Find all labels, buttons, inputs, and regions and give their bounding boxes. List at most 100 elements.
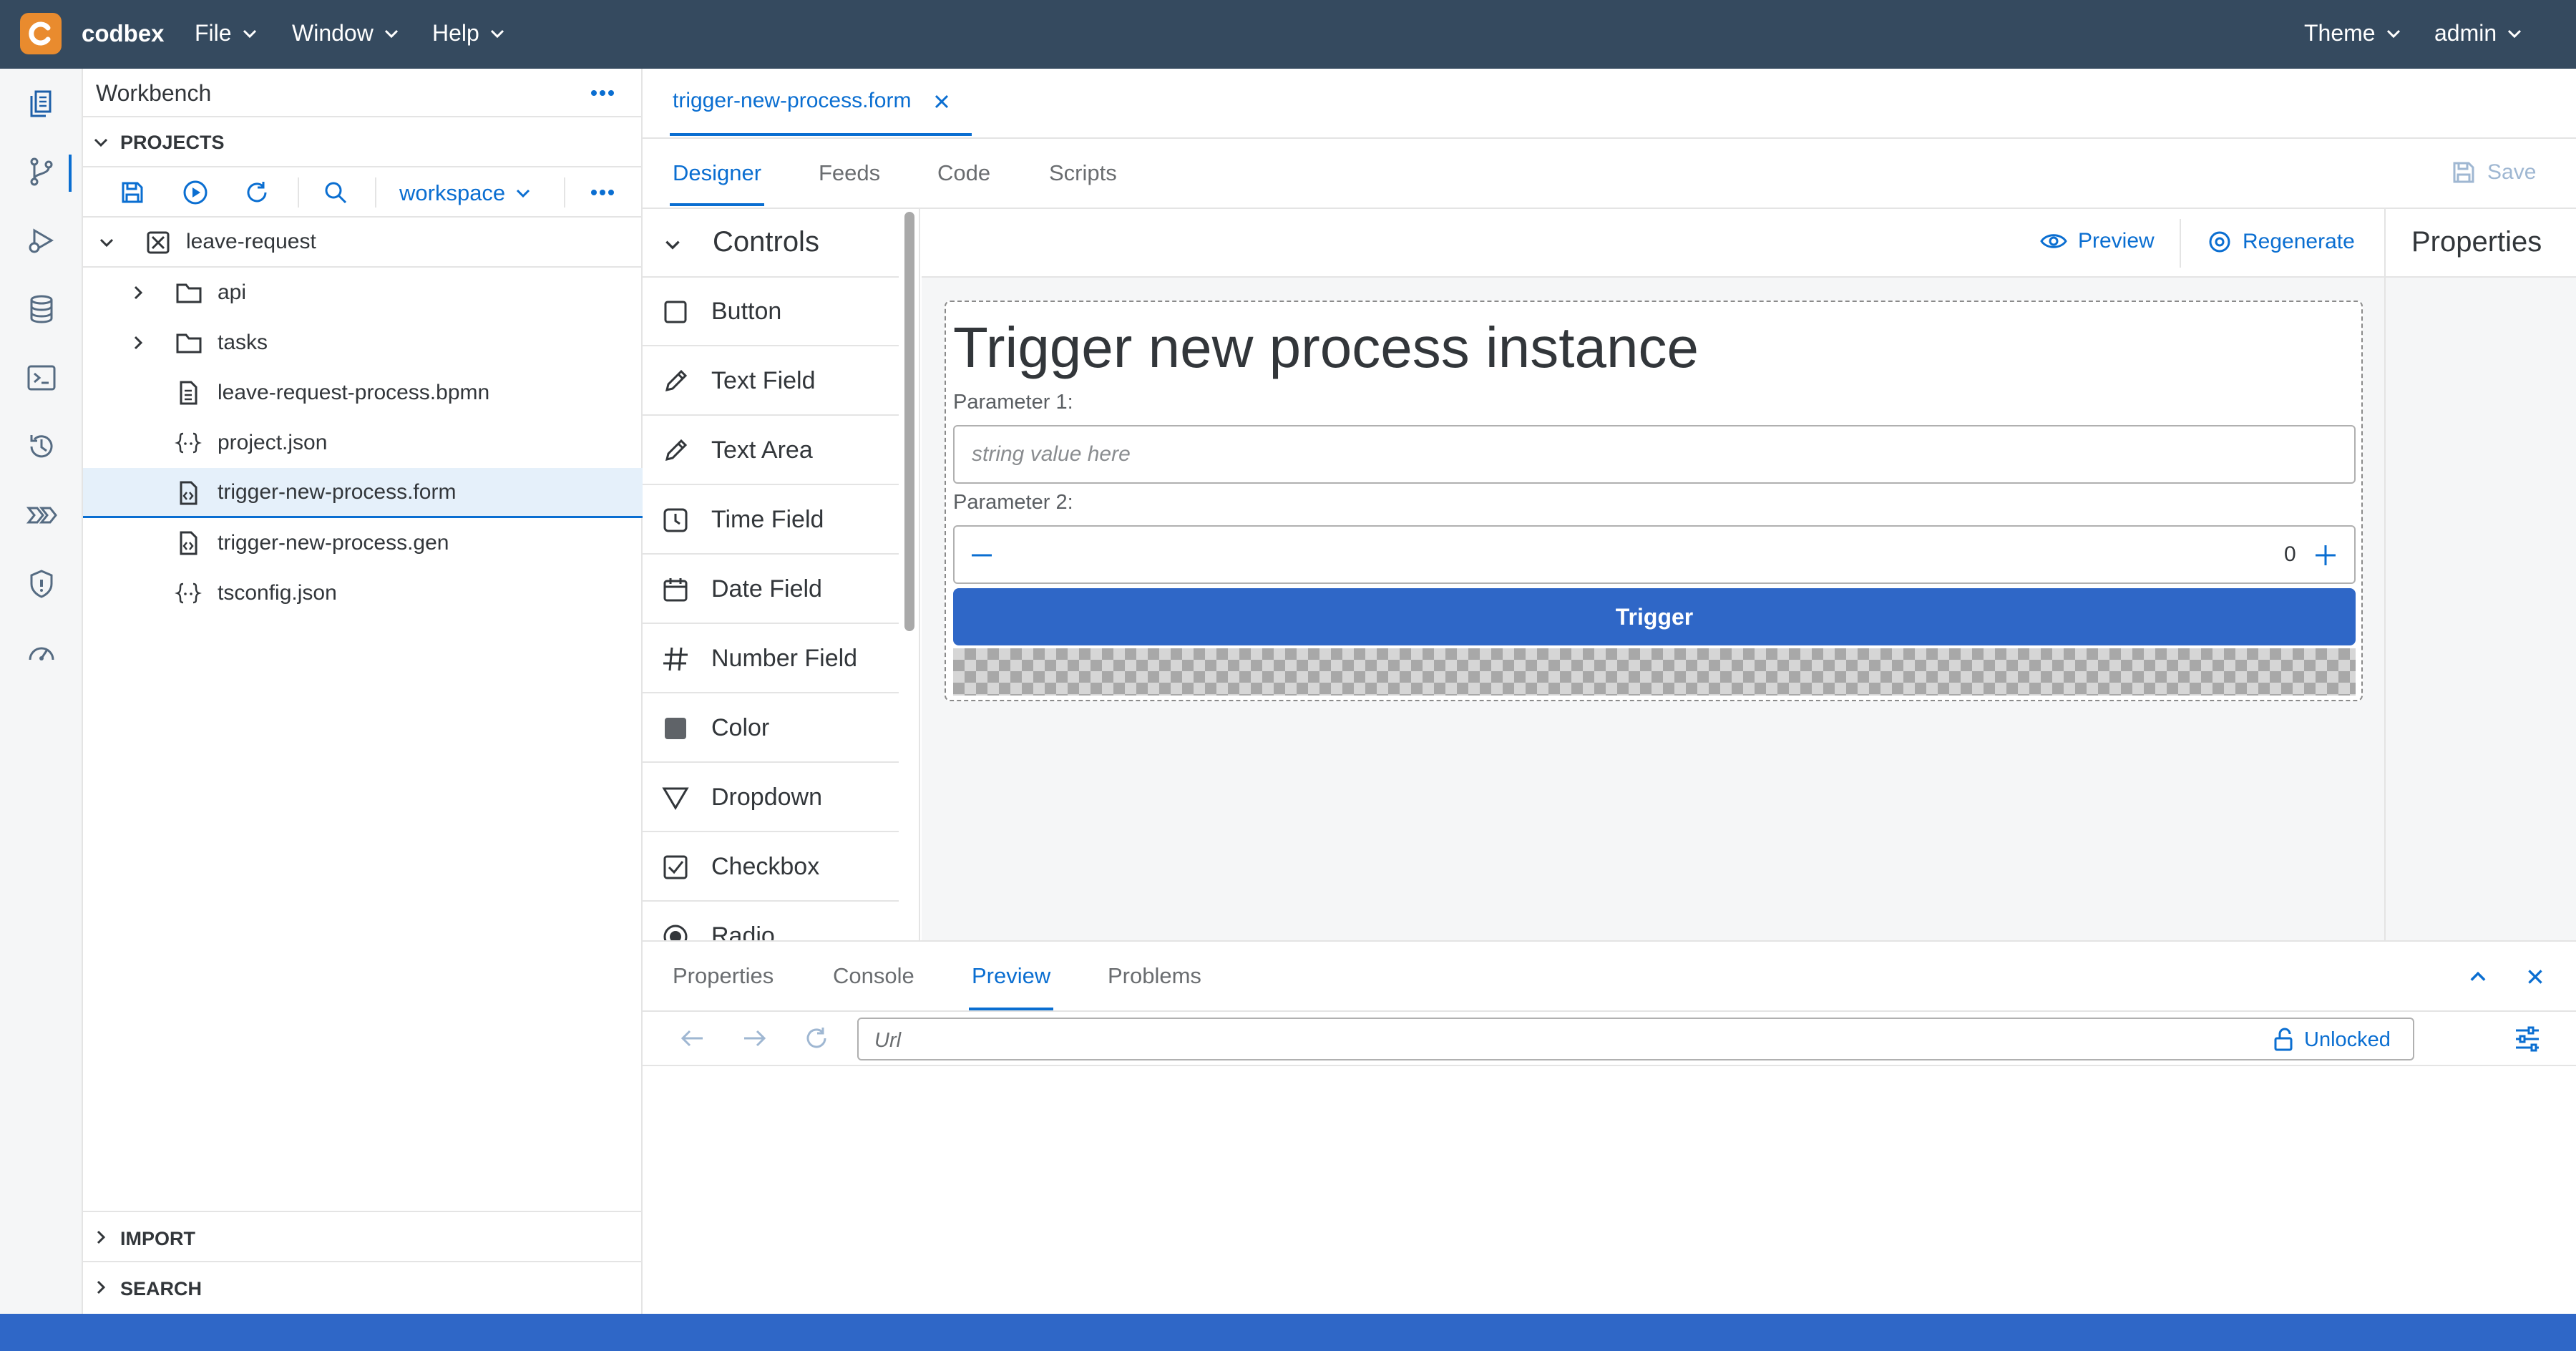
tree-item-file-form[interactable]: trigger-new-process.form: [83, 468, 643, 518]
menu-file[interactable]: File: [195, 20, 259, 47]
settings-sliders-icon[interactable]: [2513, 1025, 2542, 1053]
active-tab-indicator: [670, 203, 764, 206]
tree-item-file-tsconfig[interactable]: tsconfig.json: [83, 568, 643, 618]
json-file-icon: [175, 432, 202, 454]
plus-icon[interactable]: [2313, 542, 2338, 568]
menu-window[interactable]: Window: [292, 20, 401, 47]
control-date-field[interactable]: Date Field: [643, 555, 899, 624]
checkbox-icon: [663, 855, 688, 879]
tree-item-label: tasks: [218, 331, 268, 354]
save-button[interactable]: Save: [2450, 159, 2536, 186]
param2-stepper[interactable]: 0: [953, 525, 2356, 584]
tab-scripts[interactable]: Scripts: [1049, 160, 1117, 186]
control-checkbox[interactable]: Checkbox: [643, 833, 899, 902]
active-tab-indicator: [670, 133, 972, 136]
tree-item-label: tsconfig.json: [218, 581, 337, 605]
close-icon[interactable]: [932, 92, 952, 112]
close-icon[interactable]: [2524, 966, 2546, 987]
projects-section-title: PROJECTS: [120, 132, 225, 153]
designer-canvas: Preview Regenerate Trigger new process i…: [922, 209, 2384, 940]
code-file-icon: [180, 531, 197, 555]
tab-code[interactable]: Code: [937, 160, 990, 186]
database-icon[interactable]: [24, 292, 59, 326]
control-dropdown[interactable]: Dropdown: [643, 764, 899, 832]
trigger-button[interactable]: Trigger: [953, 588, 2356, 645]
control-time-field[interactable]: Time Field: [643, 486, 899, 555]
tab-feeds[interactable]: Feeds: [819, 160, 880, 186]
control-radio[interactable]: Radio: [643, 902, 899, 940]
tab-designer[interactable]: Designer: [673, 160, 761, 186]
palette-scrollbar[interactable]: [904, 212, 914, 631]
url-input[interactable]: Url Unlocked: [857, 1018, 2414, 1060]
more-options-icon[interactable]: [588, 82, 617, 104]
tab-preview[interactable]: Preview: [972, 963, 1050, 989]
controls-header[interactable]: Controls: [643, 209, 899, 278]
process-flow-icon[interactable]: [24, 498, 59, 532]
tree-item-project[interactable]: leave-request: [83, 218, 643, 268]
files-icon[interactable]: [24, 86, 59, 120]
tree-item-file-project-json[interactable]: project.json: [83, 418, 643, 468]
theme-menu[interactable]: Theme: [2304, 20, 2403, 47]
history-icon[interactable]: [24, 429, 59, 464]
search-icon[interactable]: [322, 179, 349, 206]
param2-label: Parameter 2:: [953, 491, 1073, 514]
control-label: Number Field: [711, 644, 858, 672]
control-label: Color: [711, 713, 770, 741]
regenerate-button[interactable]: Regenerate: [2207, 229, 2355, 255]
tab-console[interactable]: Console: [833, 963, 914, 989]
codbex-logo-icon[interactable]: [20, 13, 62, 54]
tab-problems[interactable]: Problems: [1108, 963, 1201, 989]
workbench-header: Workbench: [83, 69, 643, 117]
more-options-icon[interactable]: [588, 181, 617, 204]
param2-value: 0: [2284, 542, 2296, 566]
save-all-icon[interactable]: [119, 179, 146, 206]
reload-icon[interactable]: [803, 1025, 830, 1052]
projects-section-header[interactable]: PROJECTS: [83, 117, 643, 167]
shield-icon[interactable]: [24, 567, 59, 601]
arrow-left-icon[interactable]: [678, 1026, 706, 1050]
folder-icon: [176, 283, 202, 303]
control-color[interactable]: Color: [643, 694, 899, 763]
tree-item-folder-tasks[interactable]: tasks: [83, 318, 643, 368]
param1-input[interactable]: string value here: [953, 425, 2356, 484]
gauge-icon[interactable]: [24, 635, 59, 670]
chevron-down-icon: [99, 238, 114, 248]
regenerate-button-label: Regenerate: [2243, 230, 2355, 253]
file-tab[interactable]: trigger-new-process.form: [644, 69, 972, 137]
control-text-field[interactable]: Text Field: [643, 347, 899, 416]
drop-zone-placeholder[interactable]: [953, 648, 2356, 696]
minus-icon[interactable]: [969, 544, 995, 567]
form-title: Trigger new process instance: [953, 316, 1699, 379]
user-menu[interactable]: admin: [2434, 20, 2524, 47]
control-text-area[interactable]: Text Area: [643, 416, 899, 485]
import-section-header[interactable]: IMPORT: [83, 1211, 643, 1262]
chevron-up-icon[interactable]: [2467, 966, 2489, 987]
control-number-field[interactable]: Number Field: [643, 625, 899, 693]
git-branch-icon[interactable]: [24, 155, 59, 189]
refresh-icon[interactable]: [243, 179, 270, 206]
radio-icon: [663, 925, 688, 940]
unlocked-toggle[interactable]: Unlocked: [2273, 1028, 2391, 1052]
tree-item-label: trigger-new-process.gen: [218, 531, 449, 555]
run-icon[interactable]: [182, 179, 209, 206]
workspace-selector[interactable]: workspace: [399, 180, 532, 206]
tree-item-file-gen[interactable]: trigger-new-process.gen: [83, 518, 643, 568]
controls-palette: Controls Button Text Field Text Area Tim…: [643, 209, 920, 940]
preview-button[interactable]: Preview: [2039, 229, 2155, 253]
form-container[interactable]: Trigger new process instance Parameter 1…: [945, 301, 2363, 701]
debug-icon[interactable]: [24, 223, 59, 258]
control-button[interactable]: Button: [643, 278, 899, 346]
menu-help[interactable]: Help: [432, 20, 507, 47]
triangle-down-icon: [662, 787, 689, 810]
menu-window-label: Window: [292, 20, 374, 46]
search-section-header[interactable]: SEARCH: [83, 1262, 643, 1314]
bottom-panel: Properties Console Preview Problems Url …: [643, 940, 2576, 1314]
chevron-down-icon: [94, 138, 108, 147]
arrow-right-icon[interactable]: [741, 1026, 769, 1050]
tree-item-folder-api[interactable]: api: [83, 268, 643, 318]
tree-item-file-bpmn[interactable]: leave-request-process.bpmn: [83, 368, 643, 418]
workbench-sidebar: Workbench PROJECTS workspace leave-reque…: [83, 69, 643, 1314]
tab-properties[interactable]: Properties: [673, 963, 774, 989]
terminal-icon[interactable]: [24, 361, 59, 395]
preview-toolbar: Url Unlocked: [643, 1012, 2576, 1066]
